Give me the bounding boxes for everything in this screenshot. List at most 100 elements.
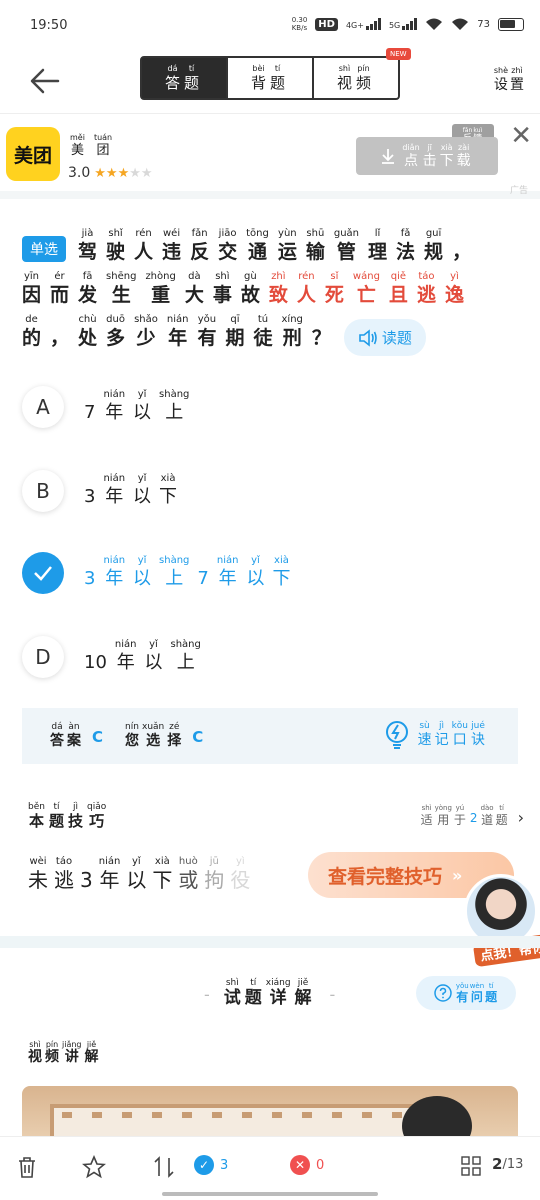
pinyin: xià: [274, 555, 289, 566]
option-char: nián 年: [103, 389, 125, 425]
question-char: fǎn 反: [190, 228, 209, 264]
hanzi: 下: [159, 486, 178, 507]
tab-memorize[interactable]: bèi 背 tí 题: [228, 58, 314, 98]
x-icon: ✕: [290, 1155, 310, 1175]
brand-char: tuán 团: [94, 133, 112, 159]
option-a[interactable]: A ·7 nián 年 yǐ 以 shàng 上: [22, 384, 522, 430]
hanzi: 役: [230, 868, 251, 892]
wifi-icon: [426, 18, 443, 30]
ad-banner[interactable]: 美团 měi美tuán团 3.0 ★★★★★ fǎn反kuì馈 diǎn点jī击…: [0, 115, 540, 199]
option-letter[interactable]: A: [22, 386, 64, 428]
option-d[interactable]: D ·10 nián 年 yǐ 以 shàng 上: [22, 634, 522, 680]
hanzi: 频: [356, 74, 372, 92]
option-char: yǐ 以: [133, 473, 151, 509]
pinyin: gù: [244, 271, 257, 282]
question-char: guī 规: [424, 228, 443, 264]
ad-download-button[interactable]: diǎn 点 jī 击 xià 下 zài 载: [356, 137, 498, 175]
read-aloud-button[interactable]: 读题: [343, 319, 426, 356]
option-b[interactable]: B ·3 nián 年 yǐ 以 xià 下: [22, 468, 522, 514]
pinyin: nián: [166, 314, 189, 325]
hanzi: 死: [324, 284, 344, 306]
question-char: shū 输: [306, 228, 325, 264]
pinyin: fǎn: [462, 126, 473, 134]
pinyin: yǐ: [149, 639, 158, 650]
pinyin: yǐ: [137, 389, 147, 400]
pinyin: yì: [450, 271, 459, 282]
hanzi: 试: [223, 988, 241, 1008]
pinyin: zhòng: [145, 271, 176, 282]
pinyin: tí: [188, 64, 195, 73]
double-chevron-icon: »: [452, 865, 463, 885]
pinyin: zài: [457, 143, 470, 152]
hanzi: 以: [133, 486, 152, 507]
memo-button[interactable]: sù 速 jì 记 kǒu 口 jué 诀: [384, 720, 488, 750]
hanzi: 以: [126, 868, 147, 892]
pinyin: àn: [68, 722, 80, 732]
option-char: ·7: [197, 555, 208, 591]
settings-button[interactable]: shè 设 zhì 置: [494, 66, 526, 94]
pinyin: shēng: [106, 271, 137, 282]
pinyin: jū: [209, 856, 219, 867]
question-char: shì 事: [213, 271, 232, 307]
hanzi: 的: [22, 327, 42, 349]
tab-answer[interactable]: dá 答 tí 题: [142, 58, 228, 98]
tip-char: wèi 未: [28, 856, 48, 892]
hanzi: 详: [269, 988, 287, 1008]
check-icon: ✓: [194, 1155, 214, 1175]
star-icon[interactable]: [82, 1155, 106, 1179]
ad-close-icon[interactable]: ✕: [510, 123, 532, 149]
pinyin: wèi: [29, 856, 47, 867]
hanzi: 规: [424, 241, 444, 263]
video-thumbnail[interactable]: [22, 1086, 518, 1136]
tutor-avatar[interactable]: 点我！帮你讲: [464, 874, 540, 974]
tab-video[interactable]: shì 视 pín 频: [314, 58, 398, 98]
question-progress[interactable]: 2/13: [492, 1155, 523, 1173]
trash-icon[interactable]: [16, 1155, 38, 1179]
pinyin: fǎ: [400, 228, 411, 239]
option-check-icon[interactable]: [22, 552, 64, 594]
pinyin: wèn: [469, 982, 485, 990]
hanzi: 且: [388, 284, 408, 306]
correct-count[interactable]: ✓ 3: [194, 1155, 228, 1175]
brand-char: měi 美: [70, 133, 85, 159]
hanzi: 载: [456, 153, 471, 169]
pinyin: lǐ: [374, 228, 381, 239]
star-icon: ★: [129, 166, 141, 181]
tips-applies-link[interactable]: shì 适 yòng 用 yú 于 2 dào 道 tí 题 ›: [421, 804, 524, 827]
choice-label-char: zé 择: [167, 722, 181, 750]
hanzi: 于: [453, 813, 466, 827]
option-char: ·3: [84, 473, 95, 509]
back-arrow-icon[interactable]: [28, 64, 62, 98]
question-line: yīn 因 ér 而 fā 发 shēng 生 zhòng 重 dà 大 shì 事 gù 故 zhì 致 rén 人…: [22, 267, 522, 307]
pinyin: yǐ: [251, 555, 260, 566]
current-question: 2: [492, 1155, 503, 1173]
question-char: shēng 生: [106, 271, 136, 307]
applies-char: shì 适: [421, 804, 433, 827]
home-indicator: [162, 1192, 378, 1196]
pinyin: jī: [427, 143, 432, 152]
total-questions: /13: [502, 1156, 524, 1172]
hanzi: 口: [452, 732, 467, 748]
option-letter[interactable]: D: [22, 636, 64, 678]
option-char: nián 年: [103, 555, 125, 591]
wrong-count[interactable]: ✕ 0: [290, 1155, 324, 1175]
hanzi: 驾: [78, 241, 98, 263]
hanzi: 题: [495, 813, 508, 827]
option-c[interactable]: ·3 nián 年 yǐ 以 shàng 上 ·7 nián 年 yǐ 以 xià 下: [22, 550, 522, 596]
hanzi: 下: [272, 568, 291, 589]
pinyin: tōng: [246, 228, 269, 239]
pinyin: wéi: [163, 228, 181, 239]
option-char: nián 年: [115, 639, 137, 675]
hanzi: 答: [50, 733, 64, 749]
hanzi: 记: [434, 732, 449, 748]
pinyin: shì: [421, 804, 432, 812]
pinyin: shàng: [159, 555, 190, 566]
sort-icon[interactable]: [152, 1155, 176, 1179]
hanzi: 年: [105, 568, 124, 589]
pinyin: yīn: [23, 271, 40, 282]
hanzi: 大: [184, 284, 204, 306]
ask-question-button[interactable]: yǒu 有 wèn 问 tí 题: [416, 976, 516, 1010]
option-letter[interactable]: B: [22, 470, 64, 512]
grid-icon[interactable]: [460, 1155, 482, 1177]
memo-char: kǒu 口: [452, 721, 468, 749]
